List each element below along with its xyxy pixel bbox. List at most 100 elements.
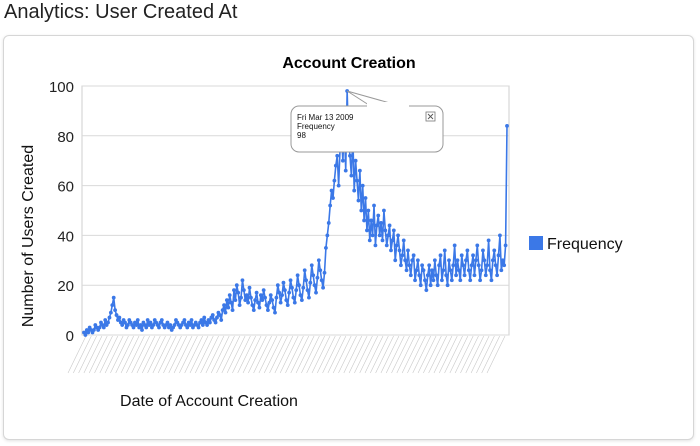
data-point[interactable] xyxy=(108,310,113,315)
data-point[interactable] xyxy=(500,258,505,263)
close-icon[interactable] xyxy=(425,111,436,122)
data-point[interactable] xyxy=(438,253,443,258)
data-point[interactable] xyxy=(407,263,412,268)
data-point[interactable] xyxy=(424,288,429,293)
data-point[interactable] xyxy=(311,273,316,278)
data-point[interactable] xyxy=(140,328,144,332)
data-point[interactable] xyxy=(309,263,314,268)
data-point[interactable] xyxy=(329,188,334,193)
data-point[interactable] xyxy=(481,248,485,253)
data-point[interactable] xyxy=(340,158,345,163)
data-point[interactable] xyxy=(384,243,389,248)
data-point[interactable] xyxy=(247,285,252,290)
data-point[interactable] xyxy=(431,278,436,283)
data-point[interactable] xyxy=(406,248,410,253)
data-point[interactable] xyxy=(233,298,238,303)
data-point[interactable] xyxy=(237,303,242,308)
data-point[interactable] xyxy=(312,283,317,288)
data-point[interactable] xyxy=(369,218,374,223)
data-point[interactable] xyxy=(383,228,388,233)
data-point[interactable] xyxy=(448,268,453,273)
data-point[interactable] xyxy=(208,320,212,325)
data-point[interactable] xyxy=(336,183,341,188)
data-point[interactable] xyxy=(297,283,301,288)
data-point[interactable] xyxy=(466,268,471,273)
data-point[interactable] xyxy=(217,313,222,317)
data-point[interactable] xyxy=(367,238,372,243)
data-point[interactable] xyxy=(390,238,395,243)
data-point[interactable] xyxy=(408,273,413,278)
data-point[interactable] xyxy=(498,233,502,238)
data-point[interactable] xyxy=(400,253,405,258)
data-point[interactable] xyxy=(366,208,371,213)
data-point[interactable] xyxy=(257,305,262,310)
data-point[interactable] xyxy=(226,305,231,310)
data-point[interactable] xyxy=(250,303,255,308)
data-point[interactable] xyxy=(308,280,313,285)
data-point[interactable] xyxy=(261,288,266,293)
data-point[interactable] xyxy=(182,318,187,322)
data-point[interactable] xyxy=(281,280,286,285)
data-point[interactable] xyxy=(404,268,409,273)
data-point[interactable] xyxy=(386,233,391,238)
chart[interactable]: Account Creation 0 20 40 60 80 100 Number of … xyxy=(4,36,693,439)
data-point[interactable] xyxy=(417,273,422,278)
data-point[interactable] xyxy=(478,278,483,283)
data-point[interactable] xyxy=(353,158,358,163)
data-point[interactable] xyxy=(349,173,354,178)
data-point[interactable] xyxy=(294,288,299,293)
data-point[interactable] xyxy=(352,188,357,193)
data-point[interactable] xyxy=(249,295,253,300)
data-point[interactable] xyxy=(239,295,243,300)
data-point[interactable] xyxy=(462,273,467,278)
data-point[interactable] xyxy=(394,243,399,248)
data-point[interactable] xyxy=(254,290,259,295)
data-point[interactable] xyxy=(458,278,463,283)
data-point[interactable] xyxy=(246,300,251,305)
data-point[interactable] xyxy=(244,293,249,298)
data-point[interactable] xyxy=(256,300,260,305)
data-point[interactable] xyxy=(355,178,359,183)
data-point[interactable] xyxy=(434,273,439,278)
data-point[interactable] xyxy=(365,228,369,233)
data-point[interactable] xyxy=(343,168,348,173)
data-point[interactable] xyxy=(440,278,444,283)
data-point[interactable] xyxy=(503,243,508,248)
data-point[interactable] xyxy=(442,248,447,253)
data-point[interactable] xyxy=(461,263,466,268)
data-point[interactable] xyxy=(389,248,393,253)
data-point[interactable] xyxy=(472,273,477,278)
data-point[interactable] xyxy=(304,278,309,283)
data-point[interactable] xyxy=(457,268,461,273)
data-point[interactable] xyxy=(230,308,235,312)
data-point[interactable] xyxy=(335,153,340,158)
data-point[interactable] xyxy=(223,310,228,315)
data-point[interactable] xyxy=(441,268,446,273)
data-point[interactable] xyxy=(307,295,311,300)
data-point[interactable] xyxy=(213,320,218,325)
data-point[interactable] xyxy=(227,293,232,298)
data-point[interactable] xyxy=(476,263,481,268)
data-point[interactable] xyxy=(315,275,320,280)
data-point[interactable] xyxy=(275,283,280,288)
data-point[interactable] xyxy=(356,198,361,203)
data-point[interactable] xyxy=(451,263,456,268)
data-point[interactable] xyxy=(455,258,460,263)
data-point[interactable] xyxy=(110,303,115,308)
data-point[interactable] xyxy=(210,313,215,317)
data-point[interactable] xyxy=(382,208,386,213)
data-point[interactable] xyxy=(502,263,507,268)
data-point[interactable] xyxy=(415,258,420,263)
data-point[interactable] xyxy=(363,196,368,200)
data-point[interactable] xyxy=(414,268,419,273)
data-point[interactable] xyxy=(482,258,487,263)
data-point[interactable] xyxy=(468,278,473,283)
data-point[interactable] xyxy=(229,300,234,305)
data-point[interactable] xyxy=(492,248,497,253)
data-point[interactable] xyxy=(418,283,423,288)
data-point[interactable] xyxy=(490,258,495,263)
data-point[interactable] xyxy=(427,263,432,268)
data-point[interactable] xyxy=(499,268,504,273)
data-point[interactable] xyxy=(393,258,398,263)
data-point[interactable] xyxy=(232,288,236,293)
